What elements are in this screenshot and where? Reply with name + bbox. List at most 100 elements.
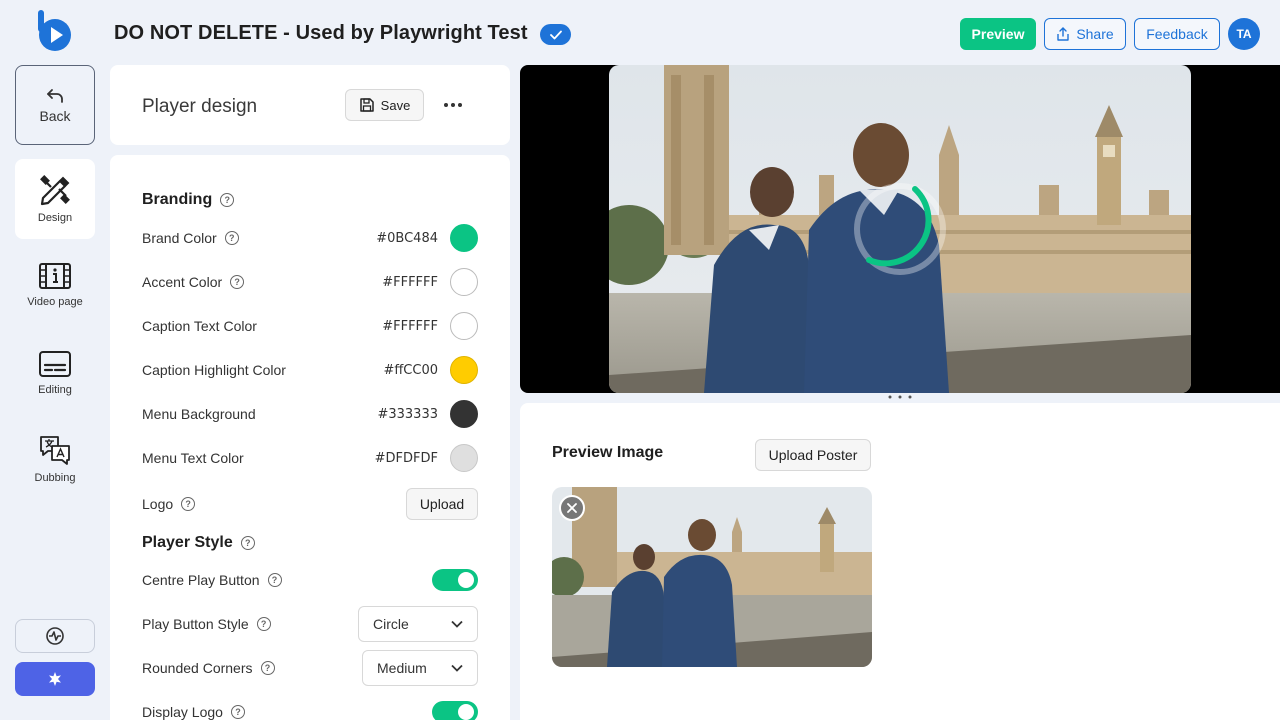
color-swatch[interactable] — [450, 444, 478, 472]
poster-image — [552, 487, 872, 667]
centre-play-row: Centre Play Button? — [142, 564, 478, 596]
color-swatch[interactable] — [450, 224, 478, 252]
video-frame[interactable] — [609, 65, 1191, 393]
centre-play-label: Centre Play Button — [142, 572, 260, 588]
rounded-label: Rounded Corners — [142, 660, 253, 676]
help-icon[interactable]: ? — [230, 275, 245, 289]
display-logo-label: Display Logo — [142, 704, 223, 720]
rounded-value: Medium — [377, 660, 427, 676]
app-logo[interactable] — [36, 10, 76, 52]
design-panel-header: Player design Save — [110, 65, 510, 145]
logo-upload-button[interactable]: Upload — [406, 488, 478, 520]
play-style-label: Play Button Style — [142, 616, 249, 632]
poster-thumbnail[interactable] — [552, 487, 872, 667]
panel-title: Player design — [142, 96, 258, 117]
display-logo-toggle[interactable] — [432, 701, 478, 720]
back-button[interactable]: Back — [15, 65, 95, 145]
nav-label-dubbing: Dubbing — [34, 472, 76, 484]
save-button[interactable]: Save — [345, 89, 424, 121]
preview-button[interactable]: Preview — [960, 18, 1036, 50]
help-icon[interactable]: ? — [260, 661, 275, 675]
color-label: Caption Highlight Color — [142, 362, 286, 378]
color-swatch[interactable] — [450, 268, 478, 296]
close-icon — [567, 503, 577, 513]
preview-label: Preview — [971, 26, 1025, 42]
back-arrow-icon — [47, 88, 63, 103]
color-value: #FFFFFF — [382, 318, 438, 334]
help-icon[interactable]: ? — [230, 705, 245, 719]
color-row-caption-highlight: Caption Highlight Color #ffCC00 — [142, 354, 478, 386]
help-icon[interactable]: ? — [181, 497, 196, 511]
chevron-down-icon — [451, 620, 463, 628]
nav-label-video-page: Video page — [27, 296, 83, 308]
color-row-brand: Brand Color? #0BC484 — [142, 222, 478, 254]
sparkle-icon — [49, 672, 61, 686]
upload-poster-button[interactable]: Upload Poster — [755, 439, 871, 471]
color-label: Accent Color — [142, 274, 223, 290]
drag-dots-icon — [888, 395, 912, 399]
feedback-label: Feedback — [1146, 26, 1208, 42]
pencil-ruler-icon — [40, 175, 70, 206]
sparkle-button[interactable] — [15, 662, 95, 696]
video-player[interactable] — [520, 65, 1280, 393]
chevron-down-icon — [451, 664, 463, 672]
subtitles-icon — [39, 351, 71, 377]
help-icon[interactable]: ? — [267, 573, 282, 587]
play-style-select[interactable]: Circle — [358, 606, 478, 642]
help-icon[interactable]: ? — [240, 536, 255, 550]
centre-play-toggle[interactable] — [432, 569, 478, 591]
help-icon[interactable]: ? — [256, 617, 271, 631]
save-icon — [359, 98, 374, 112]
logo-label: Logo — [142, 496, 174, 512]
user-avatar[interactable]: TA — [1228, 18, 1260, 50]
more-options-button[interactable] — [442, 97, 464, 113]
color-value: #ffCC00 — [383, 362, 438, 378]
page-title: DO NOT DELETE - Used by Playwright Test — [114, 22, 528, 44]
color-value: #FFFFFF — [382, 274, 438, 290]
nav-label-editing: Editing — [38, 384, 72, 396]
player-style-title: Player Style — [142, 534, 233, 551]
color-label: Menu Text Color — [142, 450, 244, 466]
logo-row: Logo? Upload — [142, 488, 478, 520]
color-swatch[interactable] — [450, 400, 478, 428]
remove-poster-button[interactable] — [559, 495, 585, 521]
share-label: Share — [1076, 26, 1114, 42]
color-row-menu-background: Menu Background #333333 — [142, 398, 478, 430]
nav-label-design: Design — [37, 212, 73, 224]
preview-image-panel: Preview Image Upload Poster — [520, 403, 1280, 720]
color-row-menu-text: Menu Text Color #DFDFDF — [142, 442, 478, 474]
color-label: Menu Background — [142, 406, 256, 422]
color-value: #333333 — [377, 406, 438, 422]
save-label: Save — [380, 97, 411, 113]
share-button[interactable]: Share — [1044, 18, 1126, 50]
share-icon — [1057, 26, 1070, 41]
nav-item-design[interactable]: Design — [15, 159, 95, 239]
color-swatch[interactable] — [450, 356, 478, 384]
nav-item-editing[interactable]: Editing — [15, 333, 95, 413]
color-label: Caption Text Color — [142, 318, 257, 334]
resize-handle[interactable] — [886, 392, 914, 402]
help-icon[interactable]: ? — [220, 193, 235, 207]
nav-item-video-page[interactable]: Video page — [15, 245, 95, 325]
play-style-row: Play Button Style? Circle — [142, 606, 478, 642]
feedback-button[interactable]: Feedback — [1134, 18, 1220, 50]
branding-section-title: Branding ? — [142, 191, 235, 209]
help-icon[interactable]: ? — [224, 231, 239, 245]
back-label: Back — [39, 107, 71, 124]
activity-icon — [46, 627, 64, 645]
player-style-section-title: Player Style ? — [142, 534, 255, 552]
verified-badge[interactable] — [540, 24, 571, 45]
color-row-caption-text: Caption Text Color #FFFFFF — [142, 310, 478, 342]
rounded-corners-select[interactable]: Medium — [362, 650, 478, 686]
preview-image-title: Preview Image — [552, 444, 664, 461]
settings-panel: Branding ? Brand Color? #0BC484 Accent C… — [110, 155, 510, 720]
activity-button[interactable] — [15, 619, 95, 653]
film-info-icon — [39, 263, 71, 289]
check-icon — [549, 30, 562, 39]
color-value: #DFDFDF — [374, 450, 438, 466]
nav-item-dubbing[interactable]: Dubbing — [15, 419, 95, 499]
color-value: #0BC484 — [376, 230, 438, 246]
color-swatch[interactable] — [450, 312, 478, 340]
branding-title: Branding — [142, 191, 213, 208]
translate-chat-icon — [40, 436, 70, 465]
